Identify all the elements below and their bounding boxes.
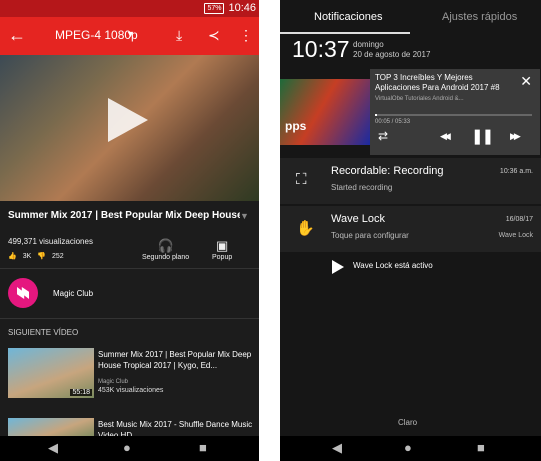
status-time: 10:46 <box>228 2 256 14</box>
album-art-text: pps <box>285 119 307 133</box>
related-video-title[interactable]: Summer Mix 2017 | Best Popular Mix Deep … <box>98 349 254 371</box>
notification-subtitle: Toque para configurar <box>331 231 409 240</box>
clock: 10:37 <box>292 36 350 62</box>
dislike-count: 252 <box>52 252 64 260</box>
notification-recordable[interactable]: ⛶ Recordable: Recording Started recordin… <box>280 158 541 204</box>
play-icon[interactable] <box>108 98 148 142</box>
background-play-button[interactable]: 🎧 Segundo plano <box>142 238 189 261</box>
headphones-icon: 🎧 <box>157 238 174 253</box>
pause-icon[interactable]: ❚❚ <box>471 127 494 145</box>
youtube-player-screen: 57% 10:46 ← MPEG-4 1080p ▼ ⤓ ≺ ⋮ Summer … <box>0 0 259 461</box>
shade-tabs: Notificaciones Ajustes rápidos <box>280 0 541 34</box>
media-album-art: pps <box>280 79 370 145</box>
notification-subtitle: Started recording <box>331 183 393 192</box>
play-icon <box>332 260 344 274</box>
thumbs-up-icon: 👍 <box>8 253 17 260</box>
related-video-views: 453K visualizaciones <box>98 387 164 394</box>
battery-indicator: 57% <box>204 2 225 14</box>
popup-button[interactable]: ▣ Popup <box>212 238 232 261</box>
popup-label: Popup <box>212 254 233 261</box>
recents-nav-icon[interactable]: ■ <box>477 441 485 455</box>
back-arrow-icon[interactable]: ← <box>8 25 26 45</box>
likes-row: 👍 3K 👎 252 <box>8 252 64 261</box>
close-icon[interactable]: ✕ <box>520 73 532 90</box>
expand-description-icon[interactable]: ▼ <box>240 211 249 221</box>
tab-quick-settings[interactable]: Ajustes rápidos <box>442 11 517 23</box>
navigation-bar: ◀ ● ■ <box>0 436 259 461</box>
notification-title: Recordable: Recording <box>331 165 444 177</box>
active-tab-indicator <box>280 32 410 34</box>
notification-wave-lock[interactable]: ✋ Wave Lock Toque para configurar 16/08/… <box>280 206 541 252</box>
previous-icon[interactable]: ◀◀ <box>440 131 451 142</box>
next-video-label: SIGUIENTE VÍDEO <box>8 328 79 337</box>
media-progress[interactable] <box>375 114 532 116</box>
related-video-channel: Magic Club <box>98 379 129 385</box>
video-title: Summer Mix 2017 | Best Popular Mix Deep … <box>8 210 240 221</box>
duration-badge: 55:18 <box>70 389 92 396</box>
repeat-icon[interactable]: ⇄ <box>378 129 388 143</box>
divider <box>0 268 259 269</box>
notification-shade: Notificaciones Ajustes rápidos 10:37 dom… <box>280 0 541 461</box>
back-nav-icon[interactable]: ◀ <box>48 441 58 455</box>
channel-avatar[interactable] <box>8 278 38 308</box>
hand-icon: ✋ <box>296 220 315 237</box>
home-nav-icon[interactable]: ● <box>404 441 412 455</box>
notification-app-name: Wave Lock <box>498 232 533 239</box>
tab-notifications[interactable]: Notificaciones <box>314 11 382 23</box>
media-time: 00:05 / 05:33 <box>375 119 411 125</box>
view-count: 499,371 visualizaciones <box>8 237 93 246</box>
popup-icon: ▣ <box>215 238 229 253</box>
video-player[interactable] <box>0 55 259 201</box>
notification-title: Wave Lock <box>331 213 386 225</box>
home-nav-icon[interactable]: ● <box>123 441 131 455</box>
media-title: TOP 3 Increíbles Y Mejores Aplicaciones … <box>375 73 500 92</box>
more-vert-icon[interactable]: ⋮ <box>239 27 253 44</box>
like-count: 3K <box>22 252 32 260</box>
download-icon[interactable]: ⤓ <box>176 27 182 44</box>
date-day: domingo <box>353 40 384 49</box>
recents-nav-icon[interactable]: ■ <box>199 441 207 455</box>
channel-name[interactable]: Magic Club <box>53 289 93 298</box>
navigation-bar: ◀ ● ■ <box>280 436 541 461</box>
video-thumbnail[interactable]: 55:18 <box>8 348 94 398</box>
notification-time: 16/08/17 <box>505 216 533 223</box>
media-progress-fill <box>375 114 378 116</box>
app-bar: ← MPEG-4 1080p ▼ ⤓ ≺ ⋮ <box>0 17 259 55</box>
media-notification[interactable]: TOP 3 Increíbles Y Mejores Aplicaciones … <box>370 69 540 155</box>
notification-time: 10:36 a.m. <box>499 168 533 175</box>
date: 20 de agosto de 2017 <box>353 50 431 59</box>
media-subtitle: VirtualObe Tutoriales Android &... <box>375 96 464 102</box>
background-play-label: Segundo plano <box>142 254 190 261</box>
channel-logo-icon <box>17 287 29 299</box>
chevron-down-icon[interactable]: ▼ <box>126 29 135 39</box>
divider <box>0 318 259 319</box>
back-nav-icon[interactable]: ◀ <box>332 441 342 455</box>
next-icon[interactable]: ▶▶ <box>510 131 521 142</box>
status-bar: 57% 10:46 <box>0 0 259 17</box>
carrier-label: Claro <box>398 418 418 427</box>
screen-record-icon: ⛶ <box>296 171 307 188</box>
wave-lock-status[interactable]: Wave Lock está activo <box>353 261 433 270</box>
share-icon[interactable]: ≺ <box>208 27 220 44</box>
video-thumbnail[interactable] <box>8 418 94 438</box>
thumbs-down-icon: 👎 <box>37 253 46 260</box>
